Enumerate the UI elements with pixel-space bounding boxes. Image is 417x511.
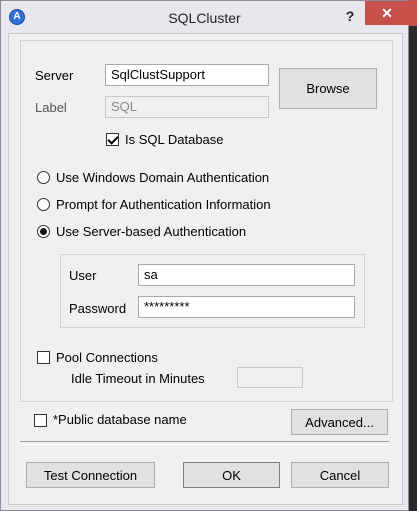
public-database-label: *Public database name bbox=[53, 412, 187, 427]
cancel-button[interactable]: Cancel bbox=[291, 462, 389, 488]
radio-windows-auth[interactable] bbox=[37, 171, 50, 184]
radio-server-auth[interactable] bbox=[37, 225, 50, 238]
sqlcluster-dialog: A SQLCluster ? ✕ Server SqlClustSupport … bbox=[0, 0, 409, 511]
idle-timeout-input[interactable] bbox=[237, 367, 303, 388]
pool-connections-label: Pool Connections bbox=[56, 350, 158, 365]
server-input[interactable]: SqlClustSupport bbox=[105, 64, 269, 86]
title-bar: A SQLCluster ? ✕ bbox=[1, 1, 409, 33]
is-sql-database-checkbox[interactable] bbox=[106, 133, 119, 146]
radio-server-auth-label: Use Server-based Authentication bbox=[56, 224, 247, 239]
is-sql-database-label: Is SQL Database bbox=[125, 132, 224, 147]
label-label: Label bbox=[35, 100, 67, 115]
help-button[interactable]: ? bbox=[339, 5, 361, 27]
footer-separator bbox=[20, 441, 389, 445]
label-input[interactable]: SQL bbox=[105, 96, 269, 118]
browse-button[interactable]: Browse bbox=[279, 68, 377, 109]
test-connection-button[interactable]: Test Connection bbox=[26, 462, 155, 488]
close-button[interactable]: ✕ bbox=[365, 1, 409, 25]
ok-button[interactable]: OK bbox=[183, 462, 280, 488]
advanced-button[interactable]: Advanced... bbox=[291, 409, 388, 435]
idle-timeout-label: Idle Timeout in Minutes bbox=[71, 371, 205, 386]
radio-prompt-auth-label: Prompt for Authentication Information bbox=[56, 197, 271, 212]
public-database-checkbox[interactable] bbox=[34, 414, 47, 427]
user-label: User bbox=[69, 268, 97, 283]
user-input[interactable]: sa bbox=[138, 264, 355, 286]
background-window-strip bbox=[409, 0, 417, 511]
background-close-strip bbox=[409, 0, 417, 26]
password-label: Password bbox=[69, 301, 127, 316]
server-label: Server bbox=[35, 68, 74, 83]
radio-windows-auth-label: Use Windows Domain Authentication bbox=[56, 170, 270, 185]
pool-connections-checkbox[interactable] bbox=[37, 351, 50, 364]
radio-prompt-auth[interactable] bbox=[37, 198, 50, 211]
password-input[interactable]: ********* bbox=[138, 296, 355, 318]
